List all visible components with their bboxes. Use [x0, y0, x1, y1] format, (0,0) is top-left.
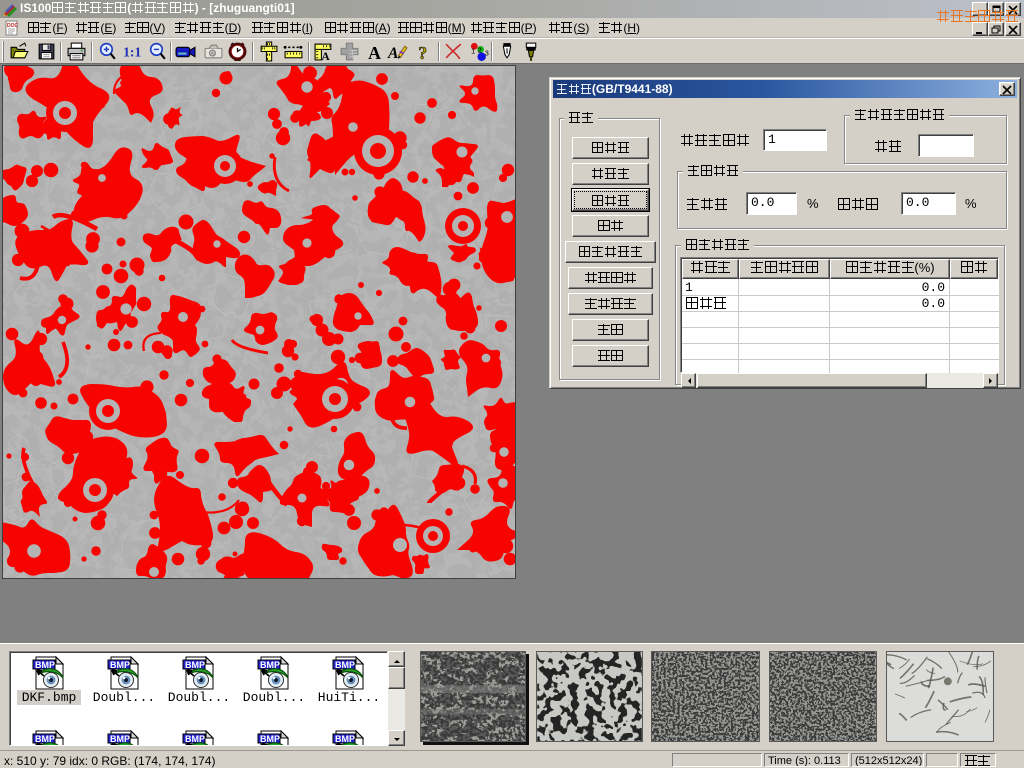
svg-text:3: 3 [485, 49, 489, 58]
svg-text:DOC: DOC [7, 23, 19, 29]
svg-text:A: A [321, 51, 330, 62]
svg-text:2: 2 [477, 46, 481, 55]
svg-text:1:1: 1:1 [123, 45, 141, 60]
svg-text:?: ? [418, 43, 427, 62]
svg-text:A: A [368, 43, 381, 62]
svg-text:A: A [387, 45, 399, 62]
svg-text:1: 1 [471, 47, 475, 56]
